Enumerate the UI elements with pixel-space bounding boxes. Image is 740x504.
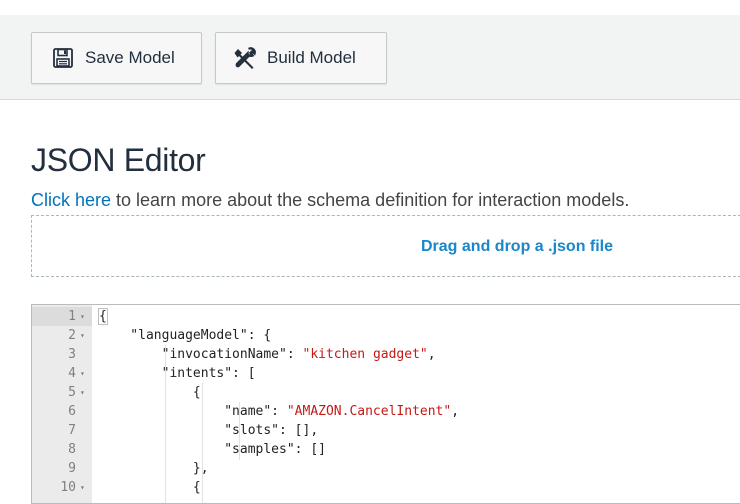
code-lines: 1 ▾ {2 ▾ "languageModel": { 3 "invocationNam…	[32, 307, 740, 497]
code-text: "slots": [],	[99, 423, 319, 438]
build-model-button[interactable]: Build Model	[215, 32, 387, 84]
line-number: 7	[68, 423, 76, 438]
code-line[interactable]: 7 "slots": [],	[32, 421, 740, 440]
code-line[interactable]: 9 },	[32, 459, 740, 478]
top-strip	[0, 0, 740, 15]
save-model-button[interactable]: Save Model	[31, 32, 202, 84]
code-line[interactable]: 6 "name": "AMAZON.CancelIntent",	[32, 402, 740, 421]
save-model-label: Save Model	[85, 48, 175, 67]
code-text: "name": "AMAZON.CancelIntent",	[99, 404, 460, 419]
code-text: "invocationName": "kitchen gadget",	[99, 347, 436, 362]
build-model-label: Build Model	[267, 48, 356, 67]
fold-arrow-icon[interactable]: ▾	[80, 383, 90, 402]
line-number: 3	[68, 347, 76, 362]
json-drop-zone[interactable]: Drag and drop a .json file	[31, 215, 740, 277]
floppy-disk-icon	[52, 47, 74, 69]
schema-help-link[interactable]: Click here	[31, 190, 111, 210]
code-line[interactable]: 1 ▾ {	[32, 307, 740, 326]
line-number: 2	[68, 328, 76, 343]
code-text: },	[99, 461, 209, 476]
code-text: "languageModel": {	[99, 328, 272, 343]
line-number: 8	[68, 442, 76, 457]
code-line[interactable]: 10 ▾ {	[32, 478, 740, 497]
code-line[interactable]: 2 ▾ "languageModel": {	[32, 326, 740, 345]
toolbar: Save Model Build Model	[0, 15, 740, 100]
drop-zone-label: Drag and drop a .json file	[421, 238, 614, 255]
fold-arrow-icon[interactable]: ▾	[80, 478, 90, 497]
code-text: {	[99, 385, 201, 400]
fold-arrow-icon[interactable]: ▾	[80, 364, 90, 383]
code-line[interactable]: 3 "invocationName": "kitchen gadget",	[32, 345, 740, 364]
line-number: 10	[60, 480, 76, 495]
line-number: 4	[68, 366, 76, 381]
code-line[interactable]: 4 ▾ "intents": [	[32, 364, 740, 383]
help-text-rest: to learn more about the schema definitio…	[111, 190, 630, 210]
code-text: {	[99, 480, 201, 495]
code-text: "intents": [	[99, 366, 256, 381]
line-number: 1	[68, 309, 76, 324]
fold-arrow-icon[interactable]: ▾	[80, 307, 90, 326]
code-text: {	[98, 308, 108, 325]
code-text: "samples": []	[99, 442, 326, 457]
json-code-editor[interactable]: 1 ▾ {2 ▾ "languageModel": { 3 "invocationNam…	[31, 304, 740, 504]
line-number: 6	[68, 404, 76, 419]
code-line[interactable]: 5 ▾ {	[32, 383, 740, 402]
wrench-screwdriver-icon	[234, 47, 256, 69]
code-line[interactable]: 8 "samples": []	[32, 440, 740, 459]
help-text: Click here to learn more about the schem…	[31, 190, 629, 211]
line-number: 5	[68, 385, 76, 400]
fold-arrow-icon[interactable]: ▾	[80, 326, 90, 345]
page-title: JSON Editor	[31, 142, 206, 178]
line-number: 9	[68, 461, 76, 476]
